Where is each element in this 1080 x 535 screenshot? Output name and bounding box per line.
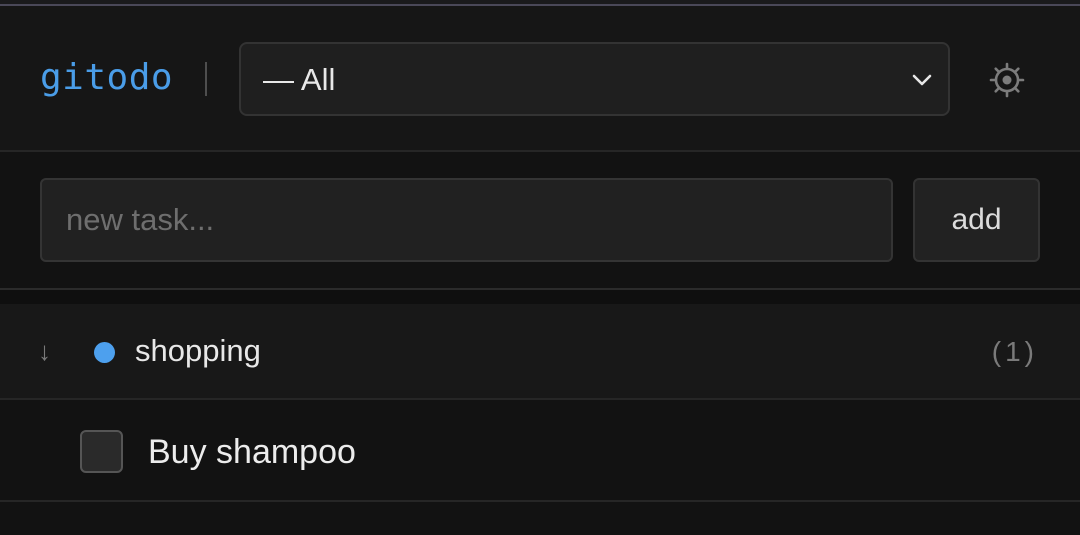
task-checkbox[interactable] xyxy=(80,430,123,473)
group-header-shopping[interactable]: ↓ shopping (1) xyxy=(0,304,1080,400)
task-label: Buy shampoo xyxy=(148,433,356,471)
app-brand: gitodo xyxy=(40,57,174,98)
group-count: (1) xyxy=(991,336,1038,367)
gear-icon[interactable] xyxy=(989,62,1025,98)
sort-arrow-icon[interactable]: ↓ xyxy=(38,334,51,368)
task-row: Buy shampoo xyxy=(0,400,1080,502)
group-filter-value: — All xyxy=(263,62,336,97)
app-window: gitodo — All add xyxy=(0,0,1080,535)
brand-separator xyxy=(205,62,207,96)
new-task-input[interactable] xyxy=(40,178,893,262)
group-color-dot xyxy=(94,342,115,363)
task-composer: add xyxy=(0,152,1080,290)
group-filter-select[interactable]: — All xyxy=(239,42,950,116)
add-task-button[interactable]: add xyxy=(913,178,1040,262)
group-name: shopping xyxy=(135,333,261,368)
header: gitodo — All xyxy=(0,6,1080,152)
section-divider xyxy=(0,290,1080,304)
chevron-down-icon xyxy=(912,74,932,86)
